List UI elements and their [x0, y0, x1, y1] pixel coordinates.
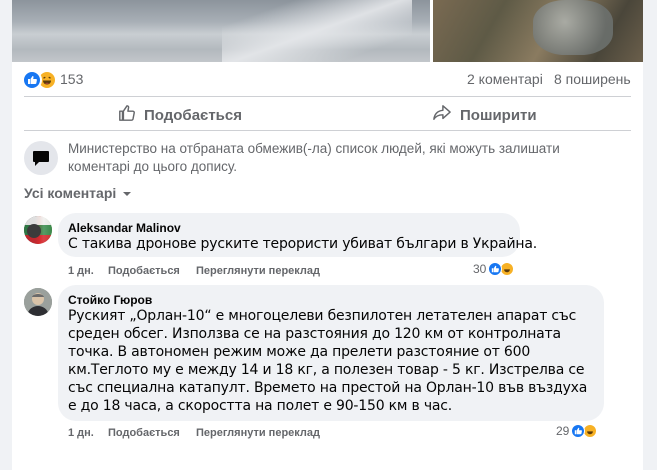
like-button[interactable]: Подобається: [118, 104, 242, 126]
translate-link[interactable]: Переглянути переклад: [196, 427, 320, 439]
share-button[interactable]: Поширити: [432, 104, 537, 126]
comment-restriction-notice: Министерство на отбраната обмежив(-ла) с…: [68, 141, 560, 174]
divider: [24, 130, 631, 131]
comment-author[interactable]: Aleksandar Malinov: [68, 221, 181, 235]
comment-text: Руският „Орлан-10“ е многоцелеви безпило…: [68, 308, 588, 414]
haha-icon: [500, 262, 515, 276]
avatar[interactable]: [24, 216, 52, 244]
chevron-down-icon: [122, 185, 132, 201]
thumbs-up-icon: [118, 104, 136, 126]
comments-count[interactable]: 2 коментарі: [467, 71, 543, 87]
comment-bubble: Стойко Гюров Руският „Орлан-10“ е многоц…: [58, 285, 604, 421]
comment-reaction-count: 29: [556, 424, 570, 438]
translate-link[interactable]: Переглянути переклад: [196, 265, 320, 277]
comment-time[interactable]: 1 дн.: [68, 265, 94, 277]
like-icon: [22, 70, 42, 90]
share-icon: [432, 104, 452, 126]
chat-bubble-icon: [24, 141, 58, 175]
share-button-label: Поширити: [460, 106, 537, 124]
like-icon: [571, 424, 586, 438]
comments-filter-dropdown[interactable]: Усі коментарі: [24, 185, 132, 201]
reaction-count[interactable]: 153: [60, 71, 83, 87]
comment-time[interactable]: 1 дн.: [68, 427, 94, 439]
divider: [24, 96, 631, 97]
like-icon: [488, 262, 503, 276]
comment-text: С такива дронове руските терористи убива…: [68, 236, 537, 252]
reaction-icons[interactable]: [22, 70, 57, 90]
haha-icon: [583, 424, 598, 438]
avatar[interactable]: [24, 288, 52, 316]
comment-author[interactable]: Стойко Гюров: [68, 293, 152, 307]
shares-count[interactable]: 8 поширень: [554, 71, 631, 87]
post-photo-right[interactable]: [433, 0, 643, 62]
post-photo-left[interactable]: [12, 0, 430, 62]
comment-like-button[interactable]: Подобається: [108, 265, 180, 277]
comment-reactions[interactable]: 29: [556, 424, 598, 438]
comment-reaction-count: 30: [473, 262, 487, 276]
comment-bubble: Aleksandar Malinov С такива дронове руск…: [58, 213, 537, 257]
comments-filter-label: Усі коментарі: [24, 185, 117, 201]
comment-reactions[interactable]: 30: [473, 262, 515, 276]
like-button-label: Подобається: [144, 106, 242, 124]
comment-like-button[interactable]: Подобається: [108, 427, 180, 439]
